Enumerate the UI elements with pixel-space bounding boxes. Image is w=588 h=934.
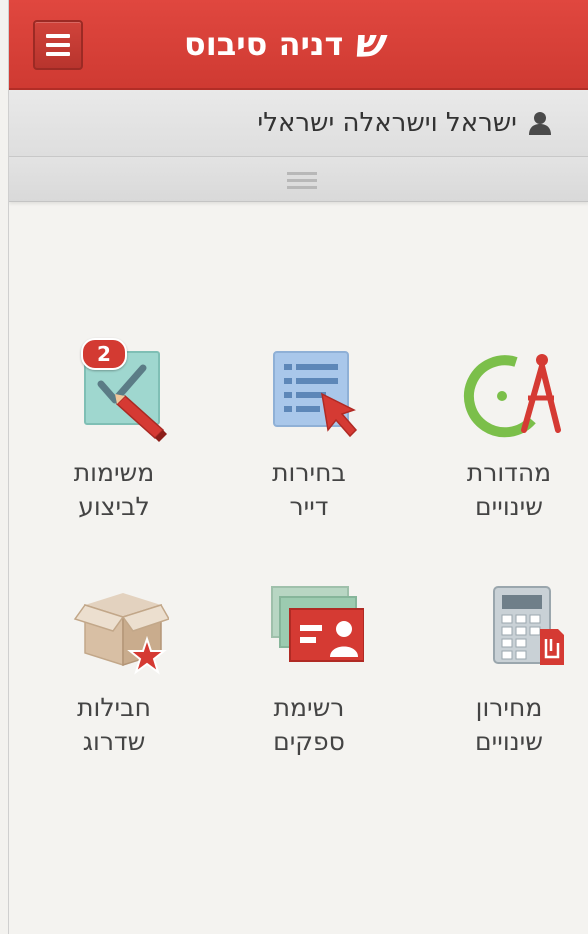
tile-upgrade-packages[interactable]: חבילות שדרוג [39,585,189,759]
tile-label: מחירון שינויים [475,693,543,756]
task-count-badge: 2 [81,338,127,370]
menu-button[interactable] [33,20,83,70]
tile-price-list[interactable]: מחירון שינויים [434,585,584,759]
drag-handle-icon[interactable] [287,172,317,190]
tile-label: רשימת ספקים [273,693,345,756]
checklist-pencil-icon: 2 [59,338,169,446]
box-star-icon [59,585,171,681]
handle-bar [9,157,588,202]
tile-tasks[interactable]: 2 משימות לביצוע [39,338,189,524]
tile-label: מהדורת שינויים [466,458,552,521]
tile-label: חבילות שדרוג [77,693,151,756]
tile-suppliers[interactable]: רשימת ספקים [234,585,384,759]
list-cursor-icon [254,350,364,446]
top-header: ש דניה סיבוס [9,0,588,90]
logo-mark: ש [353,21,383,67]
user-name: ישראל וישראלה ישראלי [257,108,517,138]
user-bar[interactable]: ישראל וישראלה ישראלי [9,90,588,157]
tile-label: בחירות דייר [272,458,346,521]
hamburger-icon [46,34,70,38]
calculator-icon [454,585,564,681]
tile-changes-edition[interactable]: מהדורת שינויים [434,350,584,524]
contact-cards-icon [254,585,365,681]
user-icon [527,110,553,136]
tile-tenant-choices[interactable]: בחירות דייר [234,350,384,524]
brand-name: דניה סיבוס [184,25,344,63]
app-frame: ש דניה סיבוס ישראל וישראלה ישראלי מהדורת… [8,0,588,934]
brand-logo: ש דניה סיבוס [184,16,383,72]
compass-icon [454,350,564,446]
tile-label: משימות לביצוע [73,458,155,521]
